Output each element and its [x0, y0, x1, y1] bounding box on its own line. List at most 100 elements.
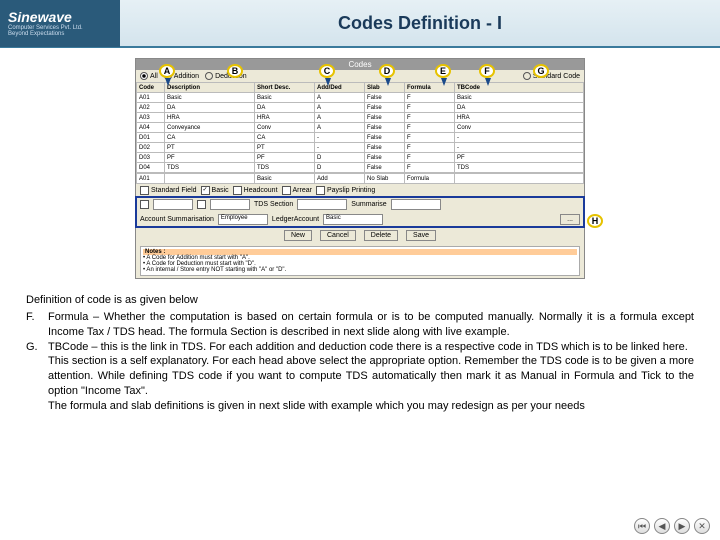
cell-code: D03	[137, 153, 165, 163]
cell-formula: F	[405, 133, 455, 143]
cb-arrear[interactable]: Arrear	[282, 186, 312, 195]
cell-short: CA	[255, 133, 315, 143]
col-short[interactable]: Short Desc.	[255, 83, 315, 93]
lbl-sum: Summarise	[351, 201, 386, 208]
radio-standard[interactable]: Standard Code	[523, 72, 580, 80]
cell-short: DA	[255, 103, 315, 113]
nav-prev-icon[interactable]: ◀	[654, 518, 670, 534]
cell-code: D01	[137, 133, 165, 143]
cell-tb: -	[455, 143, 584, 153]
table-row[interactable]: D03PFPFDFalseFPF	[137, 153, 584, 163]
cell-tb: TDS	[455, 163, 584, 173]
cb-basic[interactable]: Basic	[201, 186, 229, 195]
inp-emp[interactable]: Employee	[218, 214, 268, 225]
radio-all[interactable]: All	[140, 72, 158, 80]
def-g: TBCode – this is the link in TDS. For ea…	[48, 341, 688, 353]
col-code[interactable]: Code	[137, 83, 165, 93]
save-button[interactable]: Save	[406, 230, 436, 241]
field-row-3: Account Summarisation Employee LedgerAcc…	[136, 212, 584, 227]
cb-2[interactable]	[197, 200, 206, 209]
inp-ledger[interactable]: Basic	[323, 214, 383, 225]
col-tb[interactable]: TBCode	[455, 83, 584, 93]
cell-slab: False	[365, 153, 405, 163]
cell-short: PT	[255, 143, 315, 153]
table-row[interactable]: D02PTPT-FalseF-	[137, 143, 584, 153]
table-row[interactable]: A01BasicBasicAFalseFBasic	[137, 93, 584, 103]
marker-g: G	[533, 64, 549, 78]
lbl-led: LedgerAccount	[272, 216, 319, 223]
browse-button[interactable]: ...	[560, 214, 580, 225]
cell-short: TDS	[255, 163, 315, 173]
inp-tds[interactable]	[297, 199, 347, 210]
page-title: Codes Definition - I	[120, 13, 720, 34]
arrow-d	[385, 78, 391, 86]
cell-desc: HRA	[165, 113, 255, 123]
edit-desc[interactable]	[165, 174, 255, 184]
table-row[interactable]: D01CACA-FalseF-	[137, 133, 584, 143]
arrow-f	[485, 78, 491, 86]
cb-payslip[interactable]: Payslip Printing	[316, 186, 375, 195]
marker-c: C	[319, 64, 335, 78]
cell-short: Conv	[255, 123, 315, 133]
button-row: New Cancel Delete Save	[136, 227, 584, 244]
cell-add: D	[315, 153, 365, 163]
nav-controls: ⏮ ◀ ▶ ✕	[634, 518, 710, 534]
cell-desc: Basic	[165, 93, 255, 103]
cell-code: A01	[137, 93, 165, 103]
edit-short[interactable]: Basic	[255, 174, 315, 184]
cell-code: A02	[137, 103, 165, 113]
cell-tb: Basic	[455, 93, 584, 103]
col-add[interactable]: Add/Ded	[315, 83, 365, 93]
logo: Sinewave Computer Services Pvt. Ltd. Bey…	[0, 0, 120, 47]
delete-button[interactable]: Delete	[364, 230, 398, 241]
cell-formula: F	[405, 103, 455, 113]
cell-code: D04	[137, 163, 165, 173]
edit-code[interactable]: A01	[137, 174, 165, 184]
cell-slab: False	[365, 113, 405, 123]
cell-tb: PF	[455, 153, 584, 163]
cb-1[interactable]	[140, 200, 149, 209]
table-row[interactable]: A03HRAHRAAFalseFHRA	[137, 113, 584, 123]
definition-text: Definition of code is as given below F. …	[0, 287, 720, 420]
def-g3: The formula and slab definitions is give…	[48, 400, 585, 412]
nav-close-icon[interactable]: ✕	[694, 518, 710, 534]
cb-headcount[interactable]: Headcount	[233, 186, 278, 195]
marker-a: A	[159, 64, 175, 78]
cell-tb: -	[455, 133, 584, 143]
table-row[interactable]: D04TDSTDSDFalseFTDS	[137, 163, 584, 173]
cb-standard[interactable]: Standard Field	[140, 186, 197, 195]
window-title: Codes	[136, 59, 584, 70]
filter-row: All Addition Deduction Standard Code	[136, 70, 584, 82]
field-row-2: TDS Section Summarise	[136, 197, 584, 212]
cancel-button[interactable]: Cancel	[320, 230, 356, 241]
cell-add: -	[315, 143, 365, 153]
cell-add: A	[315, 93, 365, 103]
edit-formula[interactable]: Formula	[405, 174, 455, 184]
inp-1[interactable]	[153, 199, 193, 210]
cell-formula: F	[405, 143, 455, 153]
col-formula[interactable]: Formula	[405, 83, 455, 93]
col-desc[interactable]: Description	[165, 83, 255, 93]
edit-slab[interactable]: No Slab	[365, 174, 405, 184]
edit-add[interactable]: Add	[315, 174, 365, 184]
table-row[interactable]: A02DADAAFalseFDA	[137, 103, 584, 113]
arrow-e	[441, 78, 447, 86]
table-row[interactable]: A04ConveyanceConvAFalseFConv	[137, 123, 584, 133]
edit-tb[interactable]	[455, 174, 584, 184]
cell-slab: False	[365, 103, 405, 113]
cell-short: Basic	[255, 93, 315, 103]
def-g2: This section is a self explanatory. For …	[48, 355, 694, 397]
cell-add: D	[315, 163, 365, 173]
arrow-a	[165, 78, 171, 86]
cell-tb: HRA	[455, 113, 584, 123]
nav-first-icon[interactable]: ⏮	[634, 518, 650, 534]
marker-e: E	[435, 64, 451, 78]
screenshot-area: A B C D E F G H Codes All Addition Deduc…	[135, 58, 585, 279]
nav-next-icon[interactable]: ▶	[674, 518, 690, 534]
inp-2[interactable]	[210, 199, 250, 210]
inp-sum[interactable]	[391, 199, 441, 210]
def-f-label: F.	[26, 310, 48, 340]
new-button[interactable]: New	[284, 230, 312, 241]
cell-slab: False	[365, 93, 405, 103]
cell-code: D02	[137, 143, 165, 153]
